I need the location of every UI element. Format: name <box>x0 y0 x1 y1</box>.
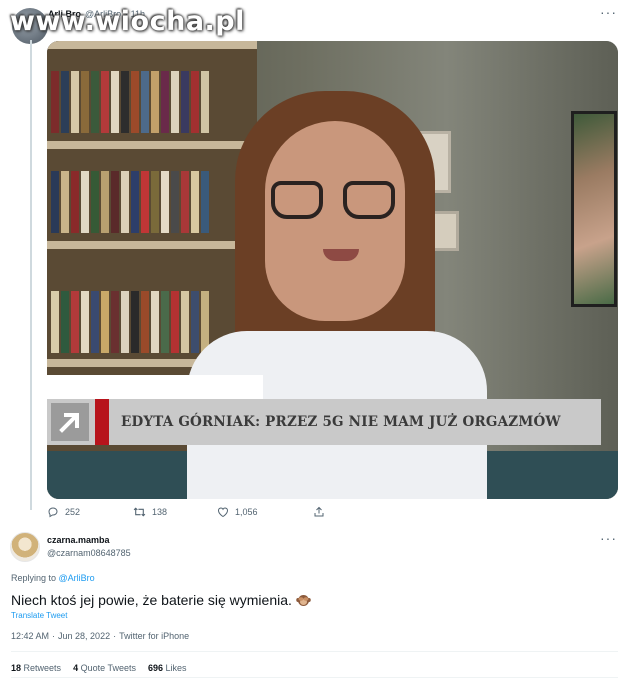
reply-text-body: Niech ktoś jej powie, że baterie się wym… <box>11 592 292 608</box>
like-count: 1,056 <box>235 507 258 517</box>
news-ticker: EDYTA GÓRNIAK: PRZEZ 5G NIE MAM JUŻ ORGA… <box>47 399 601 445</box>
replying-to: Replying to @ArliBro <box>11 573 95 583</box>
painting <box>571 111 617 307</box>
replying-prefix: Replying to <box>11 573 57 583</box>
reply-action[interactable]: 252 <box>47 506 133 518</box>
share-icon <box>314 506 324 517</box>
thread-line <box>30 40 32 510</box>
see-no-evil-monkey-icon <box>296 595 311 606</box>
quotes-stat[interactable]: 4 Quote Tweets <box>73 663 136 673</box>
reply-author-handle[interactable]: @czarnam08648785 <box>47 548 131 558</box>
tweet-stats: 18 Retweets 4 Quote Tweets 696 Likes <box>11 663 187 673</box>
divider <box>11 677 618 678</box>
retweet-icon <box>133 507 146 517</box>
retweet-count: 138 <box>152 507 168 517</box>
reply-avatar[interactable] <box>10 532 40 562</box>
ticker-top-box <box>47 375 263 399</box>
likes-label: Likes <box>165 663 187 673</box>
reply-count: 252 <box>65 507 81 517</box>
watermark: www.wiocha.pl <box>10 6 245 37</box>
retweet-action[interactable]: 138 <box>133 506 217 518</box>
divider <box>11 651 618 652</box>
likes-count: 696 <box>147 663 163 673</box>
meta-separator: · <box>113 631 117 641</box>
reply-more-icon[interactable]: ··· <box>600 530 617 546</box>
retweets-label: Retweets <box>23 663 62 673</box>
glasses <box>271 181 323 219</box>
share-action[interactable] <box>313 506 325 518</box>
ticker-red-bar <box>95 399 109 445</box>
replying-to-link[interactable]: @ArliBro <box>59 573 95 583</box>
tweet-media-image[interactable]: EDYTA GÓRNIAK: PRZEZ 5G NIE MAM JUŻ ORGA… <box>47 41 618 499</box>
parent-more-icon[interactable]: ··· <box>600 4 617 20</box>
reply-icon <box>48 507 58 518</box>
quotes-count: 4 <box>73 663 79 673</box>
reply-text: Niech ktoś jej powie, że baterie się wym… <box>11 592 311 608</box>
retweets-stat[interactable]: 18 Retweets <box>11 663 61 673</box>
ticker-headline: EDYTA GÓRNIAK: PRZEZ 5G NIE MAM JUŻ ORGA… <box>121 414 561 430</box>
tweet-meta: 12:42 AM · Jun 28, 2022 · Twitter for iP… <box>11 631 189 641</box>
glasses <box>343 181 395 219</box>
like-action[interactable]: 1,056 <box>217 506 313 518</box>
meta-separator: · <box>52 631 56 641</box>
tweet-time[interactable]: 12:42 AM <box>11 631 49 641</box>
retweets-count: 18 <box>11 663 22 673</box>
tweet-source[interactable]: Twitter for iPhone <box>119 631 189 641</box>
tweet-date[interactable]: Jun 28, 2022 <box>58 631 110 641</box>
person-face <box>265 121 405 321</box>
arrow-up-right-icon <box>51 403 89 441</box>
reply-author-name[interactable]: czarna.mamba <box>47 535 110 545</box>
likes-stat[interactable]: 696 Likes <box>148 663 187 673</box>
quotes-label: Quote Tweets <box>80 663 136 673</box>
heart-icon <box>217 507 229 518</box>
parent-action-bar: 252 138 1,056 <box>47 506 325 518</box>
translate-tweet-link[interactable]: Translate Tweet <box>11 611 67 620</box>
